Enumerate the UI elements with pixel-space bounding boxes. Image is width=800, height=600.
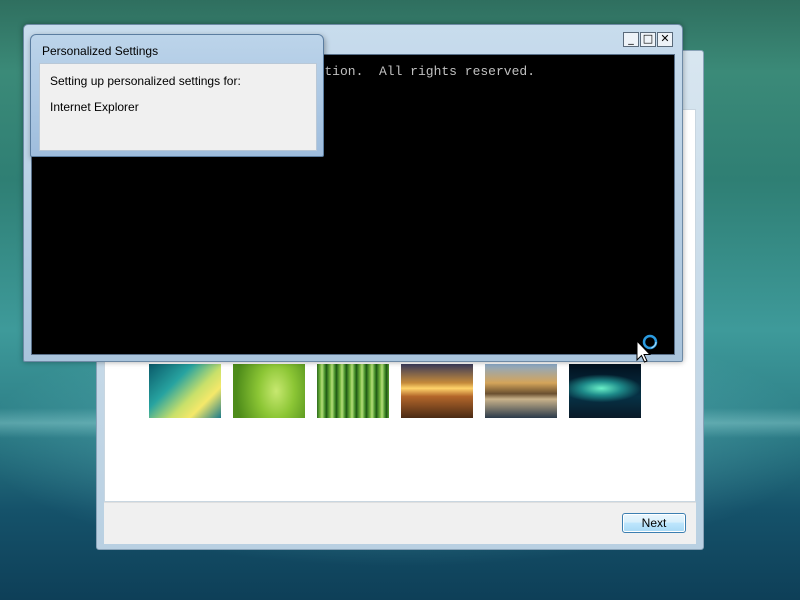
wallpaper-thumbnail[interactable]: [233, 364, 305, 418]
window-controls: _ □ ✕: [622, 32, 673, 48]
wallpaper-thumbnail[interactable]: [485, 364, 557, 418]
personalized-settings-dialog: Personalized Settings Setting up persona…: [30, 34, 324, 157]
wallpaper-thumbnail[interactable]: [569, 364, 641, 418]
wizard-footer: Next: [104, 502, 696, 544]
maximize-button[interactable]: □: [640, 32, 656, 47]
close-button[interactable]: ✕: [657, 32, 673, 47]
dialog-title: Personalized Settings: [42, 44, 159, 58]
wallpaper-thumbnail[interactable]: [149, 364, 221, 418]
wallpaper-thumbnail[interactable]: [401, 364, 473, 418]
busy-cursor-icon: [636, 334, 658, 363]
next-button[interactable]: Next: [622, 513, 686, 533]
dialog-body: Setting up personalized settings for: In…: [39, 63, 317, 151]
status-text: Setting up personalized settings for:: [50, 74, 241, 88]
wallpaper-thumbnail[interactable]: [317, 364, 389, 418]
minimize-button[interactable]: _: [623, 32, 639, 47]
current-item-text: Internet Explorer: [50, 100, 139, 114]
